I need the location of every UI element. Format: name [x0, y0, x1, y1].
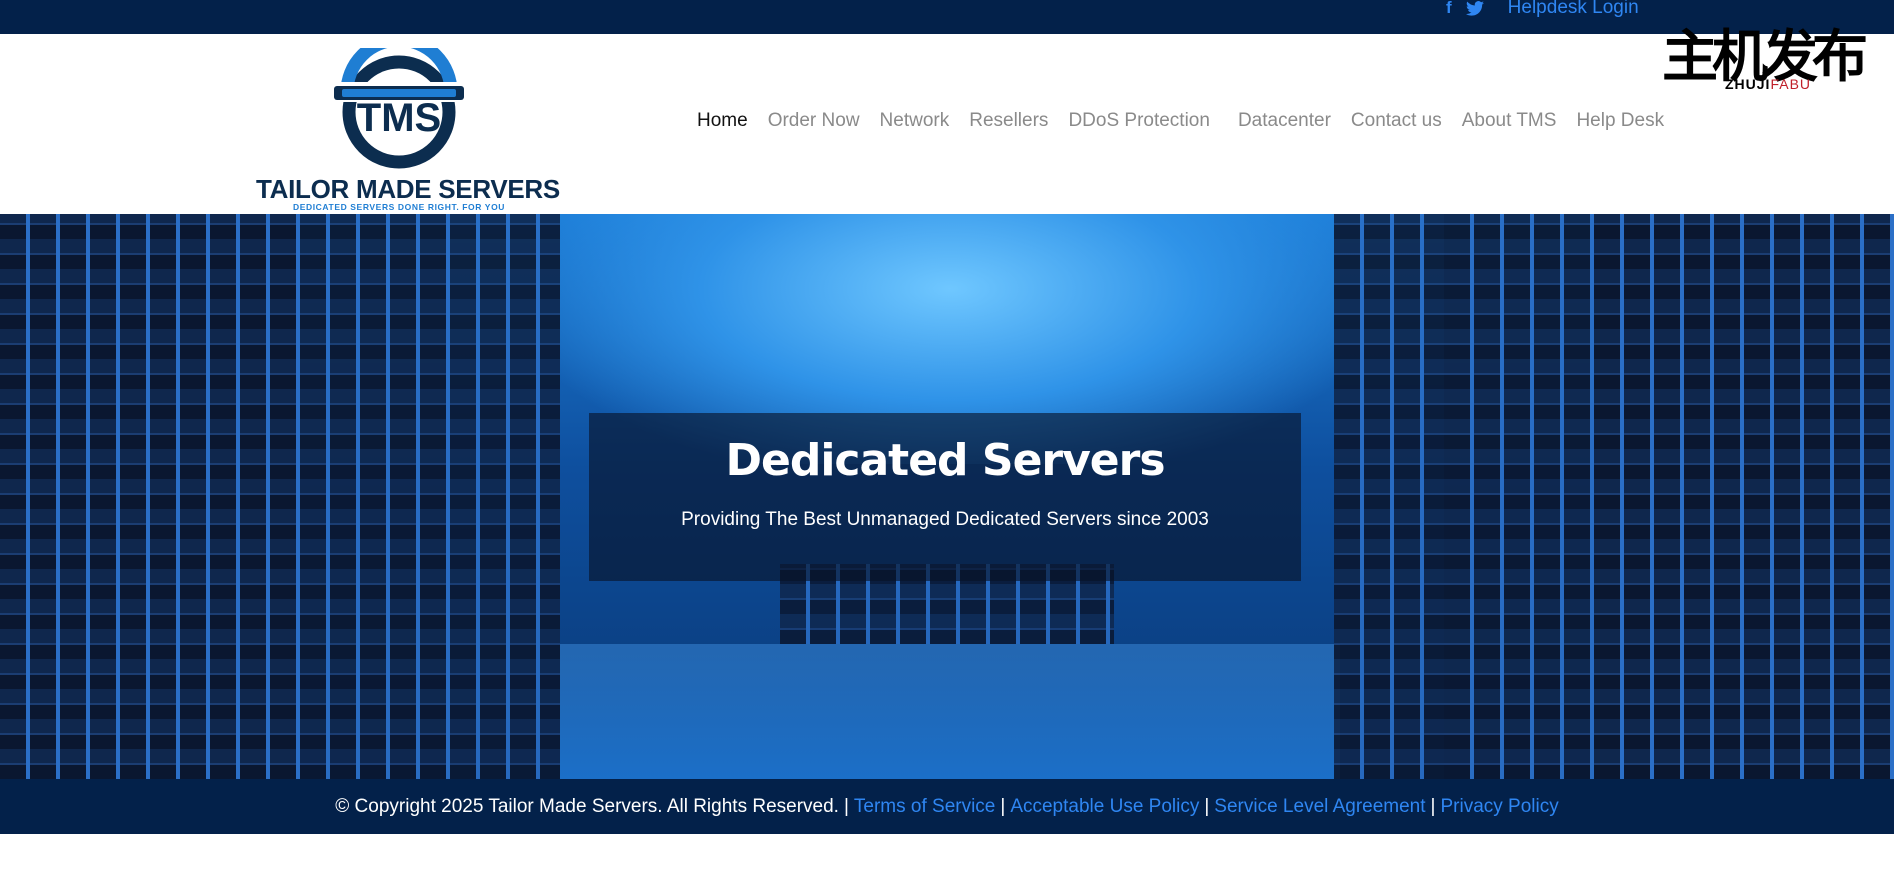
nav-item-resellers[interactable]: Resellers — [969, 110, 1048, 132]
nav-item-home[interactable]: Home — [697, 110, 748, 132]
nav-item-datacenter[interactable]: Datacenter — [1238, 110, 1331, 132]
social-links: f Helpdesk Login — [1446, 0, 1639, 19]
server-rack-right-3 — [1334, 214, 1444, 779]
watermark-pinyin-b: FABU — [1770, 76, 1812, 92]
server-rack-left-1 — [0, 214, 300, 779]
facebook-icon[interactable]: f — [1446, 0, 1452, 18]
twitter-icon[interactable] — [1465, 0, 1484, 16]
main-nav: Home Order Now Network Resellers DDoS Pr… — [697, 110, 1684, 132]
tms-logo-emblem: TMS — [330, 48, 468, 169]
hero-subtitle: Providing The Best Unmanaged Dedicated S… — [681, 509, 1209, 530]
footer-separator: | — [1430, 795, 1436, 817]
hero-title: Dedicated Servers — [725, 435, 1165, 486]
acceptable-use-policy-link[interactable]: Acceptable Use Policy — [1010, 796, 1199, 818]
server-rack-right-1 — [1594, 214, 1894, 779]
nav-item-order-now[interactable]: Order Now — [768, 110, 860, 132]
watermark-logo: 主机发布 ZHUJIFABU — [1662, 28, 1868, 94]
nav-item-help-desk[interactable]: Help Desk — [1576, 110, 1664, 132]
server-rack-left-3 — [450, 214, 560, 779]
service-level-agreement-link[interactable]: Service Level Agreement — [1214, 796, 1425, 818]
hero-banner: Dedicated Servers Providing The Best Unm… — [0, 214, 1894, 779]
nav-item-ddos-protection[interactable]: DDoS Protection — [1068, 110, 1210, 132]
helpdesk-login-link[interactable]: Helpdesk Login — [1508, 0, 1639, 19]
logo-tagline: DEDICATED SERVERS DONE RIGHT. FOR YOU — [292, 202, 506, 212]
top-bar: f Helpdesk Login — [0, 0, 1894, 34]
server-rack-left-2 — [300, 214, 450, 779]
watermark-pinyin-a: ZHUJI — [1725, 76, 1771, 92]
server-rack-right-2 — [1444, 214, 1594, 779]
footer-separator: | — [1204, 795, 1210, 817]
watermark-pinyin: ZHUJIFABU — [1725, 76, 1811, 92]
terms-of-service-link[interactable]: Terms of Service — [854, 796, 995, 818]
site-header: TMS TAILOR MADE SERVERS DEDICATED SERVER… — [0, 34, 1894, 214]
footer-separator: | — [843, 795, 849, 817]
nav-item-network[interactable]: Network — [880, 110, 950, 132]
site-footer: © Copyright 2025 Tailor Made Servers. Al… — [0, 779, 1894, 834]
copyright-text: © Copyright 2025 Tailor Made Servers. Al… — [335, 795, 839, 817]
footer-separator: | — [1000, 795, 1006, 817]
site-logo[interactable]: TMS TAILOR MADE SERVERS DEDICATED SERVER… — [256, 48, 560, 212]
nav-item-about-tms[interactable]: About TMS — [1462, 110, 1557, 132]
logo-emblem-text: TMS — [357, 96, 441, 140]
privacy-policy-link[interactable]: Privacy Policy — [1440, 796, 1558, 818]
logo-brand-name: TAILOR MADE SERVERS — [256, 174, 560, 204]
nav-item-contact-us[interactable]: Contact us — [1351, 110, 1442, 132]
hero-floor — [560, 644, 1340, 779]
hero-caption-box: Dedicated Servers Providing The Best Unm… — [589, 413, 1301, 581]
